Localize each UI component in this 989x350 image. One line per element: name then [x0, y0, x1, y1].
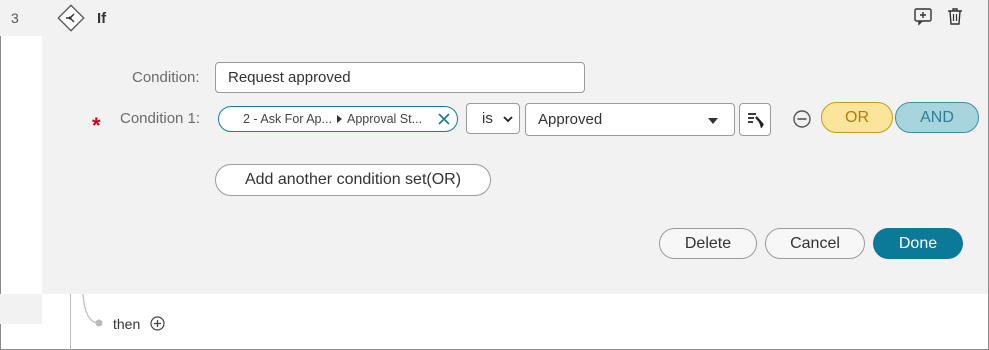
step-gutter-lower: [0, 294, 42, 324]
value-select[interactable]: Approved: [525, 103, 735, 136]
token-separator-icon: [337, 115, 342, 123]
step-number: 3: [11, 10, 19, 26]
tree-connector-line: [70, 294, 71, 350]
branch-diamond-icon: [57, 4, 85, 32]
condition-1-label: Condition 1:: [120, 110, 201, 127]
required-indicator: *: [92, 113, 101, 138]
trash-icon[interactable]: [945, 6, 965, 26]
add-condition-set-button[interactable]: Add another condition set(OR): [215, 164, 491, 196]
value-picker-button[interactable]: [739, 103, 771, 136]
add-step-icon[interactable]: [150, 316, 165, 331]
step-gutter: [0, 0, 42, 36]
and-button[interactable]: AND: [895, 102, 979, 133]
token-field-name: Approval St...: [347, 112, 423, 126]
chevron-down-icon: [503, 116, 513, 123]
condition-name-input[interactable]: Request approved: [215, 62, 585, 93]
operator-select[interactable]: is: [466, 103, 520, 134]
operator-value: is: [482, 110, 493, 127]
delete-button[interactable]: Delete: [659, 228, 757, 259]
cancel-button[interactable]: Cancel: [765, 228, 865, 259]
token-step-name: 2 - Ask For Ap...: [243, 112, 332, 126]
clear-token-icon[interactable]: [437, 112, 451, 126]
remove-condition-icon[interactable]: [792, 109, 812, 129]
condition-label: Condition:: [132, 69, 200, 86]
value-selected: Approved: [538, 111, 603, 128]
done-button[interactable]: Done: [873, 228, 963, 259]
add-comment-icon[interactable]: [913, 6, 933, 26]
then-branch-label: then: [113, 316, 141, 332]
step-type-label: If: [97, 10, 107, 27]
branch-connector: [82, 294, 103, 327]
field-token[interactable]: 2 - Ask For Ap... Approval St...: [218, 106, 458, 132]
field-picker-icon: [748, 113, 764, 129]
or-button[interactable]: OR: [821, 102, 893, 133]
dropdown-caret-icon: [708, 118, 718, 124]
